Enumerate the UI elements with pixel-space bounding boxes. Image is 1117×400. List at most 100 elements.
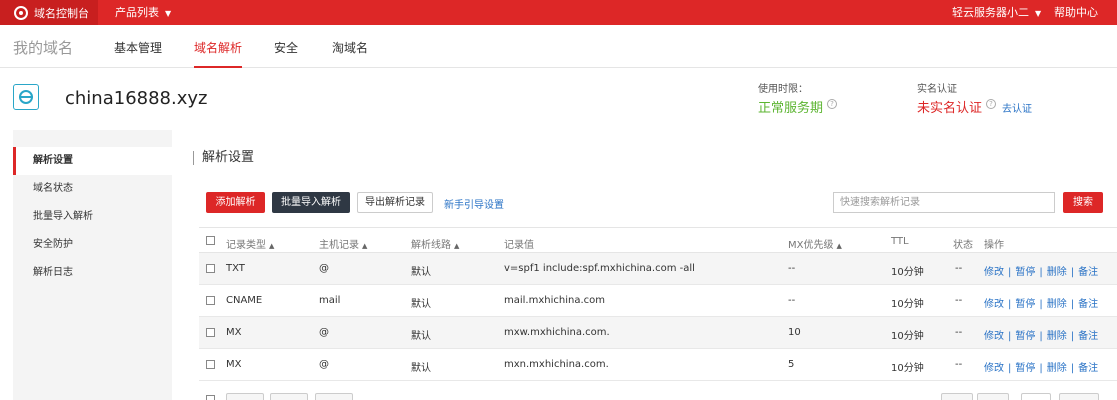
help-question-icon[interactable]: ? bbox=[986, 99, 997, 109]
sort-up-icon: ▲ bbox=[454, 242, 460, 250]
period-label: 使用时限： bbox=[758, 84, 808, 95]
my-domains-link[interactable]: 我的域名 bbox=[13, 37, 73, 58]
cell-status: -- bbox=[955, 327, 963, 338]
products-menu[interactable]: 产品列表 ▼ bbox=[115, 0, 171, 25]
footer-button[interactable] bbox=[270, 393, 308, 400]
cell-host: @ bbox=[319, 327, 329, 338]
edit-link[interactable]: 修改 bbox=[984, 299, 1004, 310]
footer-button[interactable] bbox=[315, 393, 353, 400]
edit-link[interactable]: 修改 bbox=[984, 331, 1004, 342]
sidebar-item-security[interactable]: 安全防护 bbox=[13, 231, 172, 259]
table-footer bbox=[199, 390, 1117, 400]
help-question-icon[interactable]: ? bbox=[827, 99, 838, 109]
pause-link[interactable]: 暂停 bbox=[1015, 331, 1035, 342]
note-link[interactable]: 备注 bbox=[1078, 363, 1098, 374]
header-line[interactable]: 解析线路 ▲ bbox=[411, 236, 459, 251]
select-all-checkbox[interactable] bbox=[206, 395, 215, 400]
cell-type: MX bbox=[226, 359, 242, 370]
pause-link[interactable]: 暂停 bbox=[1015, 299, 1035, 310]
main-content: 解析设置 添加解析 批量导入解析 导出解析记录 新手引导设置 搜索 记录类型▲ … bbox=[172, 130, 1117, 400]
cell-value: mxw.mxhichina.com. bbox=[504, 327, 610, 338]
delete-link[interactable]: 删除 bbox=[1047, 267, 1067, 278]
products-label: 产品列表 bbox=[115, 6, 159, 19]
cell-mx: 10 bbox=[788, 327, 801, 338]
page-input[interactable] bbox=[1021, 393, 1051, 400]
note-link[interactable]: 备注 bbox=[1078, 299, 1098, 310]
sidebar-item-dns-settings[interactable]: 解析设置 bbox=[13, 147, 172, 175]
user-label: 轻云服务器小二 bbox=[952, 6, 1029, 19]
cell-ttl: 10分钟 bbox=[891, 299, 924, 310]
add-record-button[interactable]: 添加解析 bbox=[206, 192, 265, 213]
top-bar: 域名控制台 产品列表 ▼ 轻云服务器小二 ▼ 帮助中心 bbox=[0, 0, 1117, 25]
chevron-down-icon: ▼ bbox=[1035, 8, 1042, 18]
cell-ttl: 10分钟 bbox=[891, 267, 924, 278]
cell-type: MX bbox=[226, 327, 242, 338]
cell-status: -- bbox=[955, 263, 963, 274]
sort-up-icon: ▲ bbox=[269, 242, 275, 250]
tab-domain-market[interactable]: 淘域名 bbox=[332, 39, 368, 68]
pagination-button[interactable] bbox=[1059, 393, 1099, 400]
cell-status: -- bbox=[955, 359, 963, 370]
row-actions: 修改 | 暂停 | 删除 | 备注 bbox=[984, 267, 1099, 278]
header-record-type[interactable]: 记录类型 ▲ bbox=[226, 236, 274, 251]
delete-link[interactable]: 删除 bbox=[1047, 299, 1067, 310]
edit-link[interactable]: 修改 bbox=[984, 267, 1004, 278]
domain-name: china16888.xyz bbox=[65, 88, 208, 109]
help-center-link[interactable]: 帮助中心 bbox=[1054, 0, 1098, 25]
export-records-button[interactable]: 导出解析记录 bbox=[357, 192, 433, 213]
edit-link[interactable]: 修改 bbox=[984, 363, 1004, 374]
row-checkbox[interactable] bbox=[206, 264, 215, 273]
search-input[interactable] bbox=[833, 192, 1055, 213]
tab-basic-management[interactable]: 基本管理 bbox=[114, 39, 162, 68]
sidebar-item-dns-log[interactable]: 解析日志 bbox=[13, 259, 172, 287]
cell-ttl: 10分钟 bbox=[891, 363, 924, 374]
verify-value: 未实名认证 bbox=[917, 101, 983, 116]
pause-link[interactable]: 暂停 bbox=[1015, 363, 1035, 374]
brand-label: 域名控制台 bbox=[34, 6, 89, 20]
search-button[interactable]: 搜索 bbox=[1063, 192, 1103, 213]
logo-icon bbox=[14, 5, 28, 20]
footer-button[interactable] bbox=[226, 393, 264, 400]
verify-link[interactable]: 去认证 bbox=[1002, 100, 1032, 115]
cell-status: -- bbox=[955, 295, 963, 306]
header-mx[interactable]: MX优先级 ▲ bbox=[788, 236, 842, 251]
batch-import-button[interactable]: 批量导入解析 bbox=[272, 192, 350, 213]
cell-type: CNAME bbox=[226, 295, 263, 306]
cell-value: v=spf1 include:spf.mxhichina.com -all bbox=[504, 263, 695, 274]
tab-security[interactable]: 安全 bbox=[274, 39, 298, 68]
table-header: 记录类型 ▲ 主机记录 ▲ 解析线路 ▲ 记录值 MX优先级 ▲ TTL 状态 操作 bbox=[199, 227, 1117, 253]
note-link[interactable]: 备注 bbox=[1078, 331, 1098, 342]
row-checkbox[interactable] bbox=[206, 328, 215, 337]
guide-settings-link[interactable]: 新手引导设置 bbox=[444, 196, 504, 211]
cell-mx: -- bbox=[788, 295, 796, 306]
cell-line: 默认 bbox=[411, 331, 431, 342]
verify-status: 未实名认证? bbox=[917, 97, 997, 116]
tab-dns-resolution[interactable]: 域名解析 bbox=[194, 39, 243, 68]
select-all-checkbox[interactable] bbox=[206, 236, 215, 245]
period-status: 正常服务期? bbox=[758, 97, 838, 116]
cell-type: TXT bbox=[226, 263, 245, 274]
verify-label: 实名认证 bbox=[917, 84, 957, 95]
pagination-button[interactable] bbox=[941, 393, 973, 400]
row-checkbox[interactable] bbox=[206, 296, 215, 305]
sidebar-item-domain-status[interactable]: 域名状态 bbox=[13, 175, 172, 203]
header-host[interactable]: 主机记录 ▲ bbox=[319, 236, 367, 251]
note-link[interactable]: 备注 bbox=[1078, 267, 1098, 278]
cell-host: @ bbox=[319, 359, 329, 370]
table-row: MX @ 默认 mxn.mxhichina.com. 5 10分钟 -- 修改 | 暂停 | 删除 | 备… bbox=[199, 349, 1117, 381]
row-checkbox[interactable] bbox=[206, 360, 215, 369]
console-brand[interactable]: 域名控制台 bbox=[0, 0, 98, 25]
row-actions: 修改 | 暂停 | 删除 | 备注 bbox=[984, 363, 1099, 374]
pagination-button[interactable] bbox=[977, 393, 1009, 400]
user-menu[interactable]: 轻云服务器小二 ▼ bbox=[952, 0, 1041, 25]
chevron-down-icon: ▼ bbox=[165, 8, 172, 18]
domain-nav: 我的域名 基本管理 域名解析 安全 淘域名 bbox=[0, 25, 1117, 68]
pause-link[interactable]: 暂停 bbox=[1015, 267, 1035, 278]
sort-up-icon: ▲ bbox=[362, 242, 368, 250]
page-title: 解析设置 bbox=[193, 151, 254, 165]
sidebar-item-batch-import[interactable]: 批量导入解析 bbox=[13, 203, 172, 231]
cell-line: 默认 bbox=[411, 267, 431, 278]
delete-link[interactable]: 删除 bbox=[1047, 331, 1067, 342]
delete-link[interactable]: 删除 bbox=[1047, 363, 1067, 374]
cell-value: mail.mxhichina.com bbox=[504, 295, 605, 306]
